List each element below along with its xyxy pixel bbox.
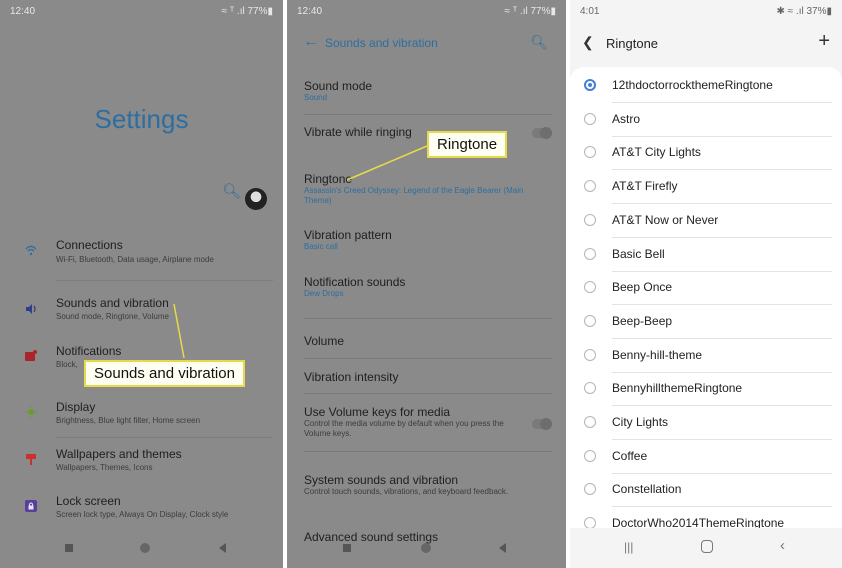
ringtone-screen: 4:01 ✱ ≈ .ıl 37%▮ ❮ Ringtone + 12thdocto… bbox=[570, 0, 842, 568]
radio-button[interactable] bbox=[584, 213, 596, 226]
radio-button[interactable] bbox=[584, 247, 596, 260]
ringtone-label: Beep-Beep bbox=[612, 313, 673, 328]
radio-button[interactable] bbox=[584, 180, 596, 193]
ringtone-label: AT&T City Lights bbox=[612, 145, 701, 160]
callout-pointer bbox=[173, 303, 185, 359]
ringtone-item[interactable]: Basic Bell bbox=[570, 238, 842, 272]
home-icon[interactable] bbox=[701, 540, 713, 553]
status-bar: 4:01 ✱ ≈ .ıl 37%▮ bbox=[570, 0, 842, 22]
radio-button[interactable] bbox=[584, 449, 596, 462]
ringtone-label: Basic Bell bbox=[612, 246, 665, 261]
app-bar: ❮ Ringtone + bbox=[570, 28, 842, 58]
ringtone-item[interactable]: Beep Once bbox=[570, 271, 842, 306]
callout-sounds-and-vibration: Sounds and vibration bbox=[84, 360, 245, 387]
plus-icon[interactable]: + bbox=[818, 30, 830, 53]
radio-button[interactable] bbox=[584, 416, 596, 428]
ringtone-label: Constellation bbox=[612, 482, 682, 497]
ringtone-list: 12thdoctorrockthemeRingtone Astro AT&T Cit… bbox=[570, 67, 842, 530]
radio-button[interactable] bbox=[584, 348, 596, 361]
status-time: 4:01 bbox=[580, 6, 600, 17]
ringtone-label: Beep Once bbox=[612, 280, 673, 295]
ringtone-item[interactable]: AT&T Firefly bbox=[570, 170, 842, 205]
ringtone-item[interactable]: AT&T City Lights bbox=[570, 136, 842, 171]
sounds-and-vibration-screen: 12:40 ≈ ᵀ .ıl 77%▮ ← Sounds and vibratio… bbox=[287, 0, 566, 568]
ringtone-item[interactable]: AT&T Now or Never bbox=[570, 204, 842, 238]
ringtone-label: 12thdoctorrockthemeRingtone bbox=[612, 78, 773, 92]
radio-button[interactable] bbox=[584, 146, 596, 159]
settings-screen: 12:40 ≈ ᵀ .ıl 77%▮ Settings 🔍︎ Connectio… bbox=[0, 0, 283, 568]
ringtone-item[interactable]: Constellation bbox=[570, 473, 842, 508]
callout-ringtone: Ringtone bbox=[427, 131, 508, 158]
recents-icon[interactable]: ||| bbox=[624, 540, 633, 554]
radio-button[interactable] bbox=[584, 112, 596, 125]
radio-button-selected[interactable] bbox=[584, 79, 596, 91]
radio-button[interactable] bbox=[584, 281, 596, 294]
ringtone-label: Benny-hill-theme bbox=[612, 347, 703, 362]
ringtone-item[interactable]: Coffee bbox=[570, 440, 842, 474]
ringtone-label: AT&T Firefly bbox=[612, 179, 678, 194]
status-indicators: ✱ ≈ .ıl 37%▮ bbox=[776, 6, 833, 17]
ringtone-item[interactable]: Beep-Beep bbox=[570, 305, 842, 339]
ringtone-label: Coffee bbox=[612, 448, 648, 463]
radio-button[interactable] bbox=[584, 314, 596, 327]
ringtone-label: Astro bbox=[612, 111, 641, 126]
back-icon[interactable]: ‹ bbox=[780, 537, 785, 554]
ringtone-label: City Lights bbox=[612, 415, 669, 429]
screen-title: Ringtone bbox=[606, 36, 659, 51]
ringtone-label: BennyhillthemeRingtone bbox=[612, 381, 743, 396]
back-arrow-icon[interactable]: ❮ bbox=[582, 34, 594, 51]
ringtone-label: AT&T Now or Never bbox=[612, 212, 719, 227]
nav-bar: ||| ‹ bbox=[570, 528, 842, 568]
radio-button[interactable] bbox=[584, 382, 596, 395]
ringtone-item[interactable]: 12thdoctorrockthemeRingtone bbox=[570, 69, 842, 103]
ringtone-item[interactable]: Benny-hill-theme bbox=[570, 339, 842, 373]
callout-pointer bbox=[346, 145, 428, 181]
ringtone-item[interactable]: Astro bbox=[570, 103, 842, 137]
radio-button[interactable] bbox=[584, 483, 596, 496]
ringtone-item[interactable]: BennyhillthemeRingtone bbox=[570, 372, 842, 407]
ringtone-item[interactable]: City Lights bbox=[570, 406, 842, 440]
